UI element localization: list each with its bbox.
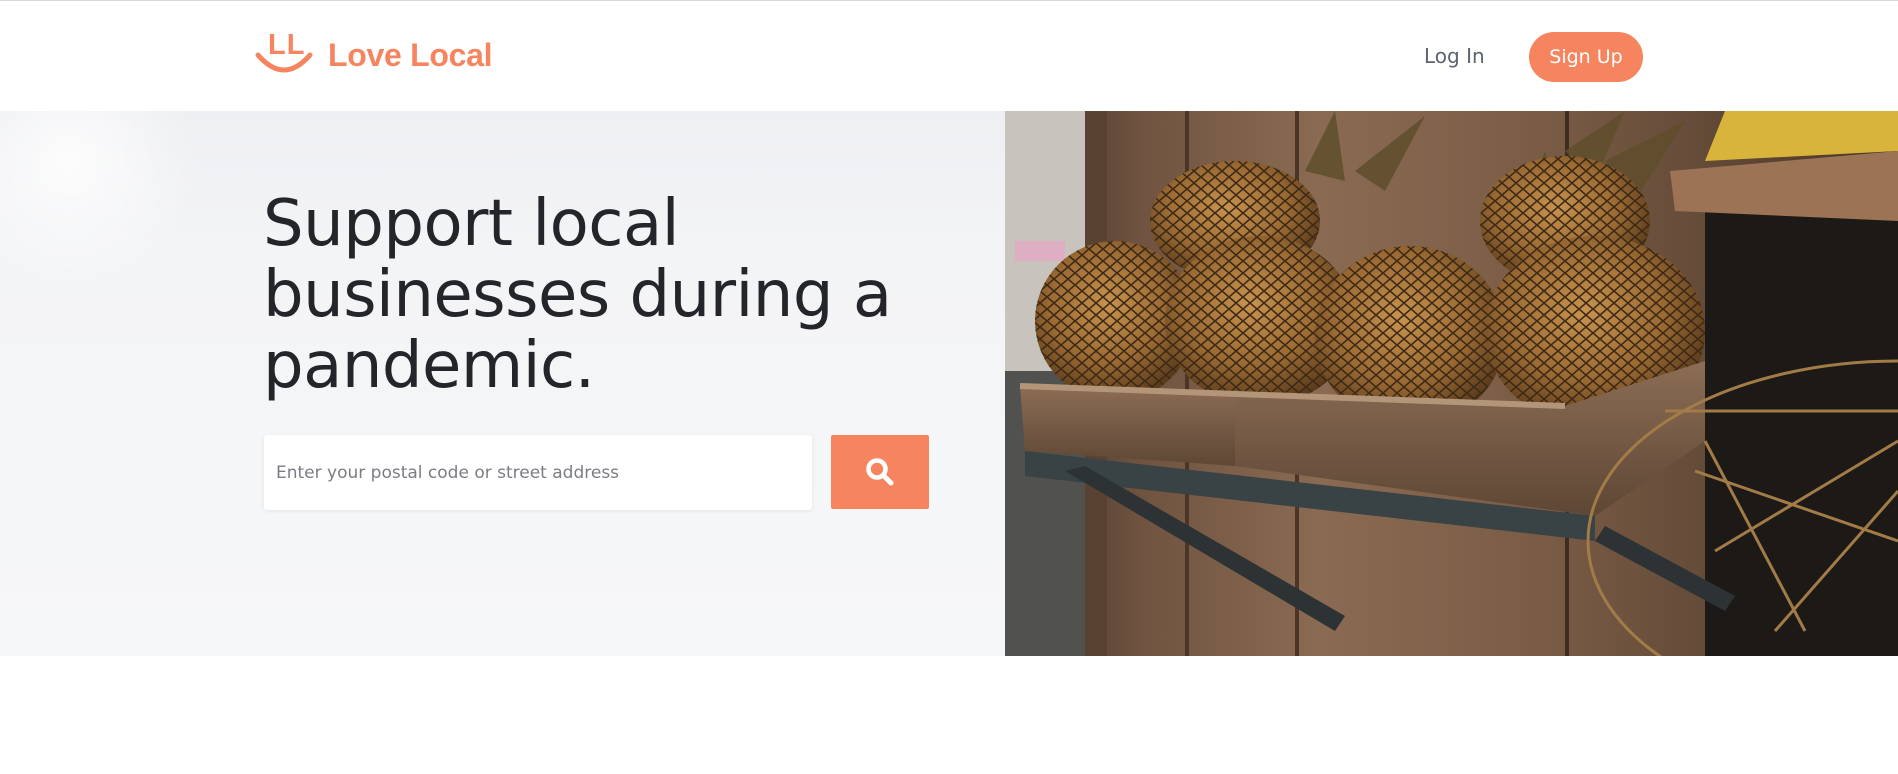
site-header: LL Love Local Log In Sign Up (0, 1, 1898, 111)
signup-button[interactable]: Sign Up (1529, 32, 1643, 82)
logo-link[interactable]: LL Love Local (254, 29, 492, 81)
address-search-input[interactable] (264, 435, 812, 510)
logo-mark: LL (254, 29, 314, 81)
login-link[interactable]: Log In (1424, 41, 1485, 71)
search-icon (866, 458, 894, 486)
search-button[interactable] (831, 435, 929, 509)
hero-photo-pineapples (1005, 111, 1898, 656)
smile-icon (255, 52, 313, 73)
hero-section: Support local businesses during a pandem… (0, 111, 1005, 656)
pineapple-crate-image (1005, 111, 1898, 656)
hero-headline: Support local businesses during a pandem… (263, 187, 892, 403)
logo-text: Love Local (328, 37, 493, 73)
